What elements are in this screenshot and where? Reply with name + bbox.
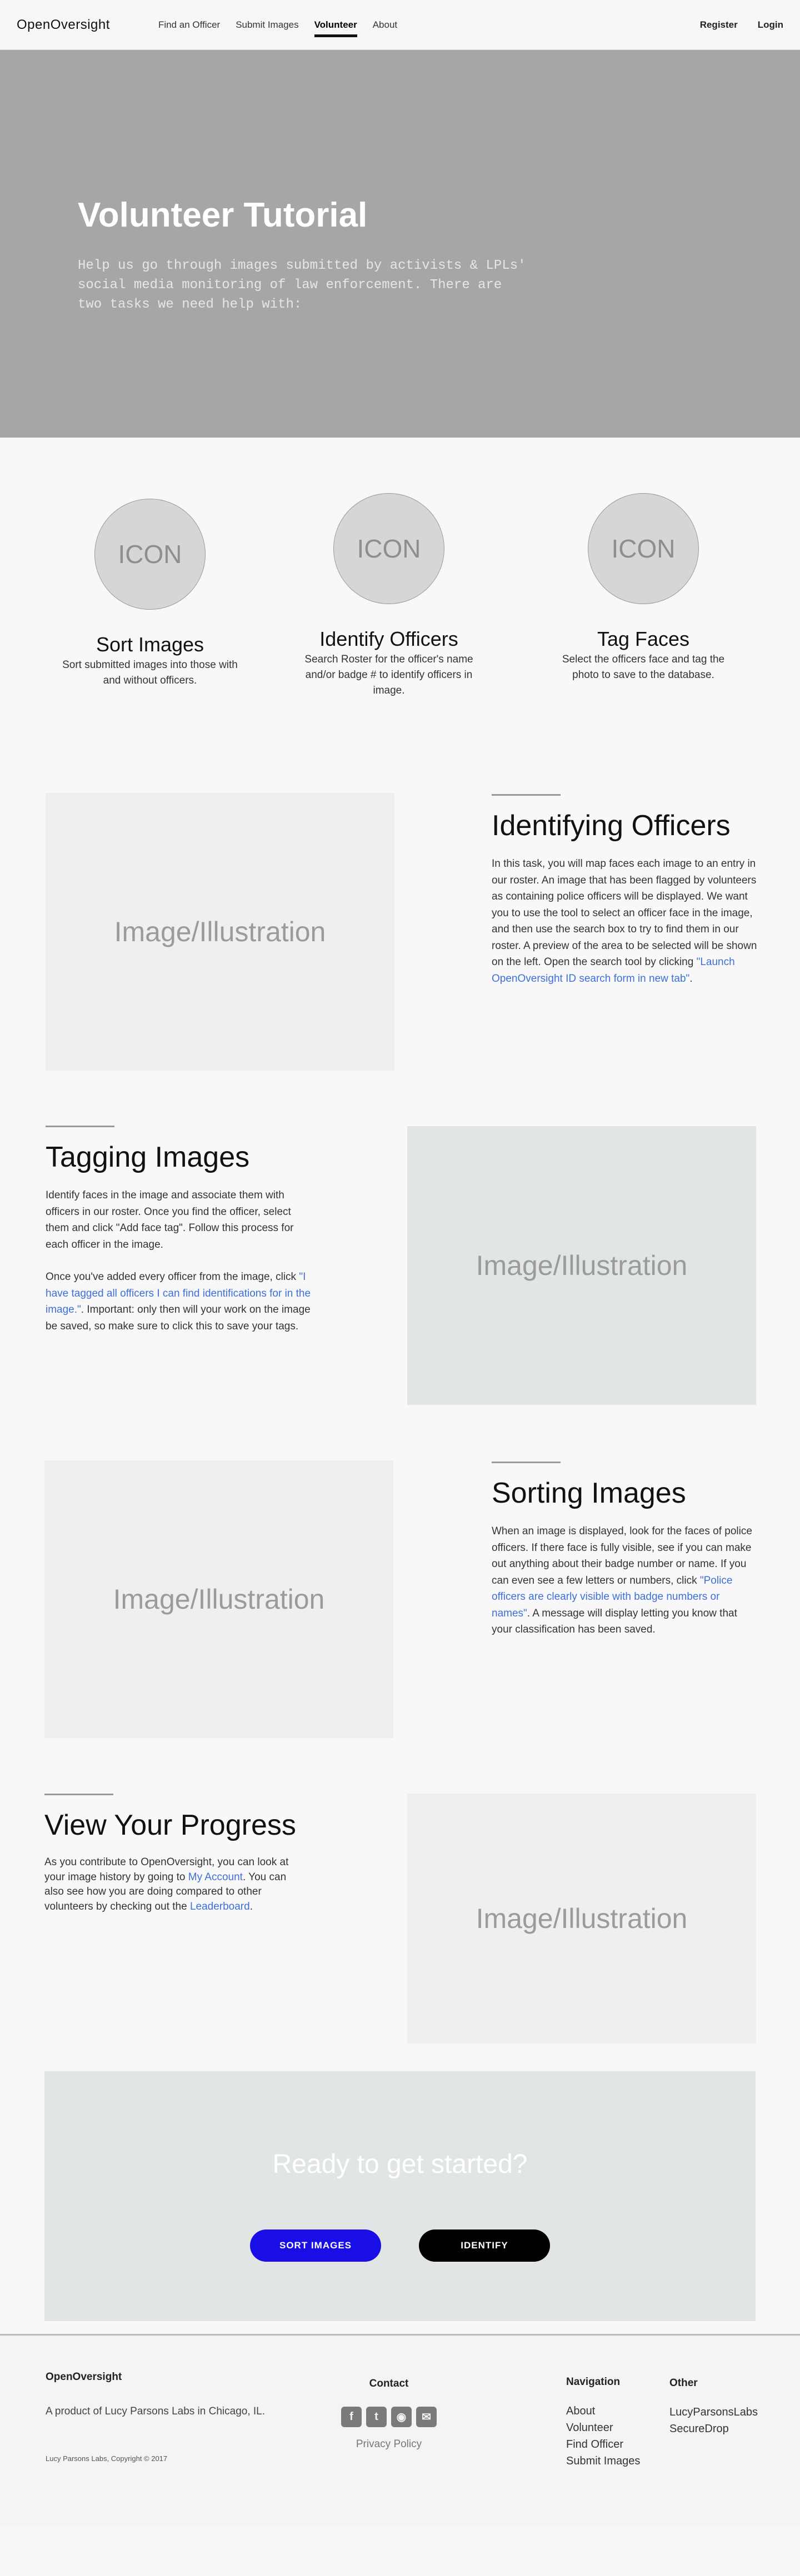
login-link[interactable]: Login [758, 15, 783, 35]
nav-links: Find an Officer Submit Images Volunteer … [158, 15, 397, 37]
section-body: Identify faces in the image and associat… [46, 1189, 294, 1251]
page-title: Volunteer Tutorial [78, 196, 368, 234]
nav-submit-images[interactable]: Submit Images [236, 15, 298, 35]
brand-logo[interactable]: OpenOversight [17, 17, 158, 33]
footer-copyright: Lucy Parsons Labs, Copyright © 2017 [46, 2454, 168, 2463]
twitter-icon[interactable]: t [366, 2407, 387, 2427]
facebook-icon[interactable]: f [341, 2407, 362, 2427]
footer-link-lucyparsonslabs[interactable]: LucyParsonsLabs [669, 2404, 758, 2421]
nav-auth: Register Login [700, 15, 783, 35]
hero-banner: Volunteer Tutorial Help us go through im… [0, 50, 800, 438]
tagging-illustration: Image/Illustration [407, 1126, 756, 1405]
cta-title: Ready to get started? [272, 2150, 528, 2179]
section-title: Tagging Images [46, 1141, 250, 1173]
tagging-section: Tagging Images Identify faces in the ima… [46, 1126, 312, 1334]
github-icon[interactable]: ◉ [391, 2407, 412, 2427]
identify-officers-icon: ICON [333, 493, 444, 604]
task-title: Identify Officers [319, 627, 458, 650]
task-description: Select the officers face and tag the pho… [562, 654, 725, 681]
contact-title: Contact [369, 2378, 409, 2389]
navigation-title: Navigation [566, 2376, 621, 2388]
section-title: View Your Progress [44, 1809, 296, 1841]
sort-images-button[interactable]: SORT IMAGES [250, 2229, 381, 2262]
footer-navigation: Navigation About Volunteer Find Officer … [566, 2376, 640, 2469]
footer-about: OpenOversight A product of Lucy Parsons … [46, 2371, 279, 2463]
footer-other-list: LucyParsonsLabs SecureDrop [669, 2404, 758, 2437]
section-divider [492, 1462, 561, 1463]
leaderboard-link[interactable]: Leaderboard [190, 1901, 250, 1912]
task-sort-images: ICON Sort Images Sort submitted images i… [61, 499, 239, 689]
footer-nav-list: About Volunteer Find Officer Submit Imag… [566, 2403, 640, 2469]
footer-other: Other LucyParsonsLabs SecureDrop [669, 2377, 758, 2437]
nav-volunteer[interactable]: Volunteer [314, 15, 357, 37]
task-overview: ICON Sort Images Sort submitted images i… [0, 438, 800, 793]
section-body: As you contribute to OpenOversight, you … [44, 1856, 289, 1912]
task-description: Search Roster for the officer's name and… [304, 654, 473, 696]
section-title: Sorting Images [492, 1477, 686, 1509]
footer-link-find-officer[interactable]: Find Officer [566, 2436, 640, 2453]
identifying-section: Identifying Officers In this task, you w… [492, 794, 758, 987]
email-icon[interactable]: ✉ [416, 2407, 437, 2427]
sort-images-icon: ICON [94, 499, 206, 610]
progress-illustration: Image/Illustration [407, 1794, 756, 2043]
cta-buttons: SORT IMAGES IDENTIFY [44, 2229, 756, 2262]
section-divider [492, 794, 561, 796]
get-started-panel: Ready to get started? SORT IMAGES IDENTI… [44, 2071, 756, 2321]
footer-link-securedrop[interactable]: SecureDrop [669, 2421, 758, 2437]
register-link[interactable]: Register [700, 15, 738, 35]
section-divider [46, 1126, 114, 1127]
section-divider [44, 1794, 113, 1795]
nav-find-officer[interactable]: Find an Officer [158, 15, 220, 35]
sorting-section: Sorting Images When an image is displaye… [492, 1462, 758, 1638]
top-nav: OpenOversight Find an Officer Submit Ima… [0, 0, 800, 50]
hero-subtitle: Help us go through images submitted by a… [78, 258, 526, 312]
section-body: When an image is displayed, look for the… [492, 1525, 752, 1635]
section-body-2: Once you've added every officer from the… [46, 1271, 311, 1332]
footer-contact: Contact f t ◉ ✉ Privacy Policy [311, 2378, 467, 2451]
tag-faces-icon: ICON [588, 493, 699, 604]
social-icons: f t ◉ ✉ [311, 2407, 467, 2427]
task-tag-faces: ICON Tag Faces Select the officers face … [554, 493, 732, 683]
section-title: Identifying Officers [492, 810, 731, 842]
identifying-illustration: Image/Illustration [46, 793, 394, 1071]
footer-brand: OpenOversight [46, 2371, 122, 2383]
footer-link-about[interactable]: About [566, 2403, 640, 2419]
task-title: Sort Images [96, 633, 204, 656]
sorting-illustration: Image/Illustration [44, 1460, 393, 1738]
other-title: Other [669, 2377, 698, 2389]
task-title: Tag Faces [597, 627, 690, 650]
nav-about[interactable]: About [373, 15, 397, 35]
progress-section: View Your Progress As you contribute to … [44, 1794, 300, 1914]
task-identify-officers: ICON Identify Officers Search Roster for… [300, 493, 478, 699]
privacy-policy-link[interactable]: Privacy Policy [311, 2438, 467, 2451]
footer: OpenOversight A product of Lucy Parsons … [0, 2334, 800, 2526]
my-account-link[interactable]: My Account [188, 1871, 243, 1883]
footer-link-volunteer[interactable]: Volunteer [566, 2419, 640, 2436]
task-description: Sort submitted images into those with an… [62, 659, 238, 686]
footer-link-submit-images[interactable]: Submit Images [566, 2453, 640, 2469]
footer-tagline: A product of Lucy Parsons Labs in Chicag… [46, 2406, 266, 2417]
section-body: In this task, you will map faces each im… [492, 858, 757, 985]
identify-button[interactable]: IDENTIFY [419, 2229, 550, 2262]
